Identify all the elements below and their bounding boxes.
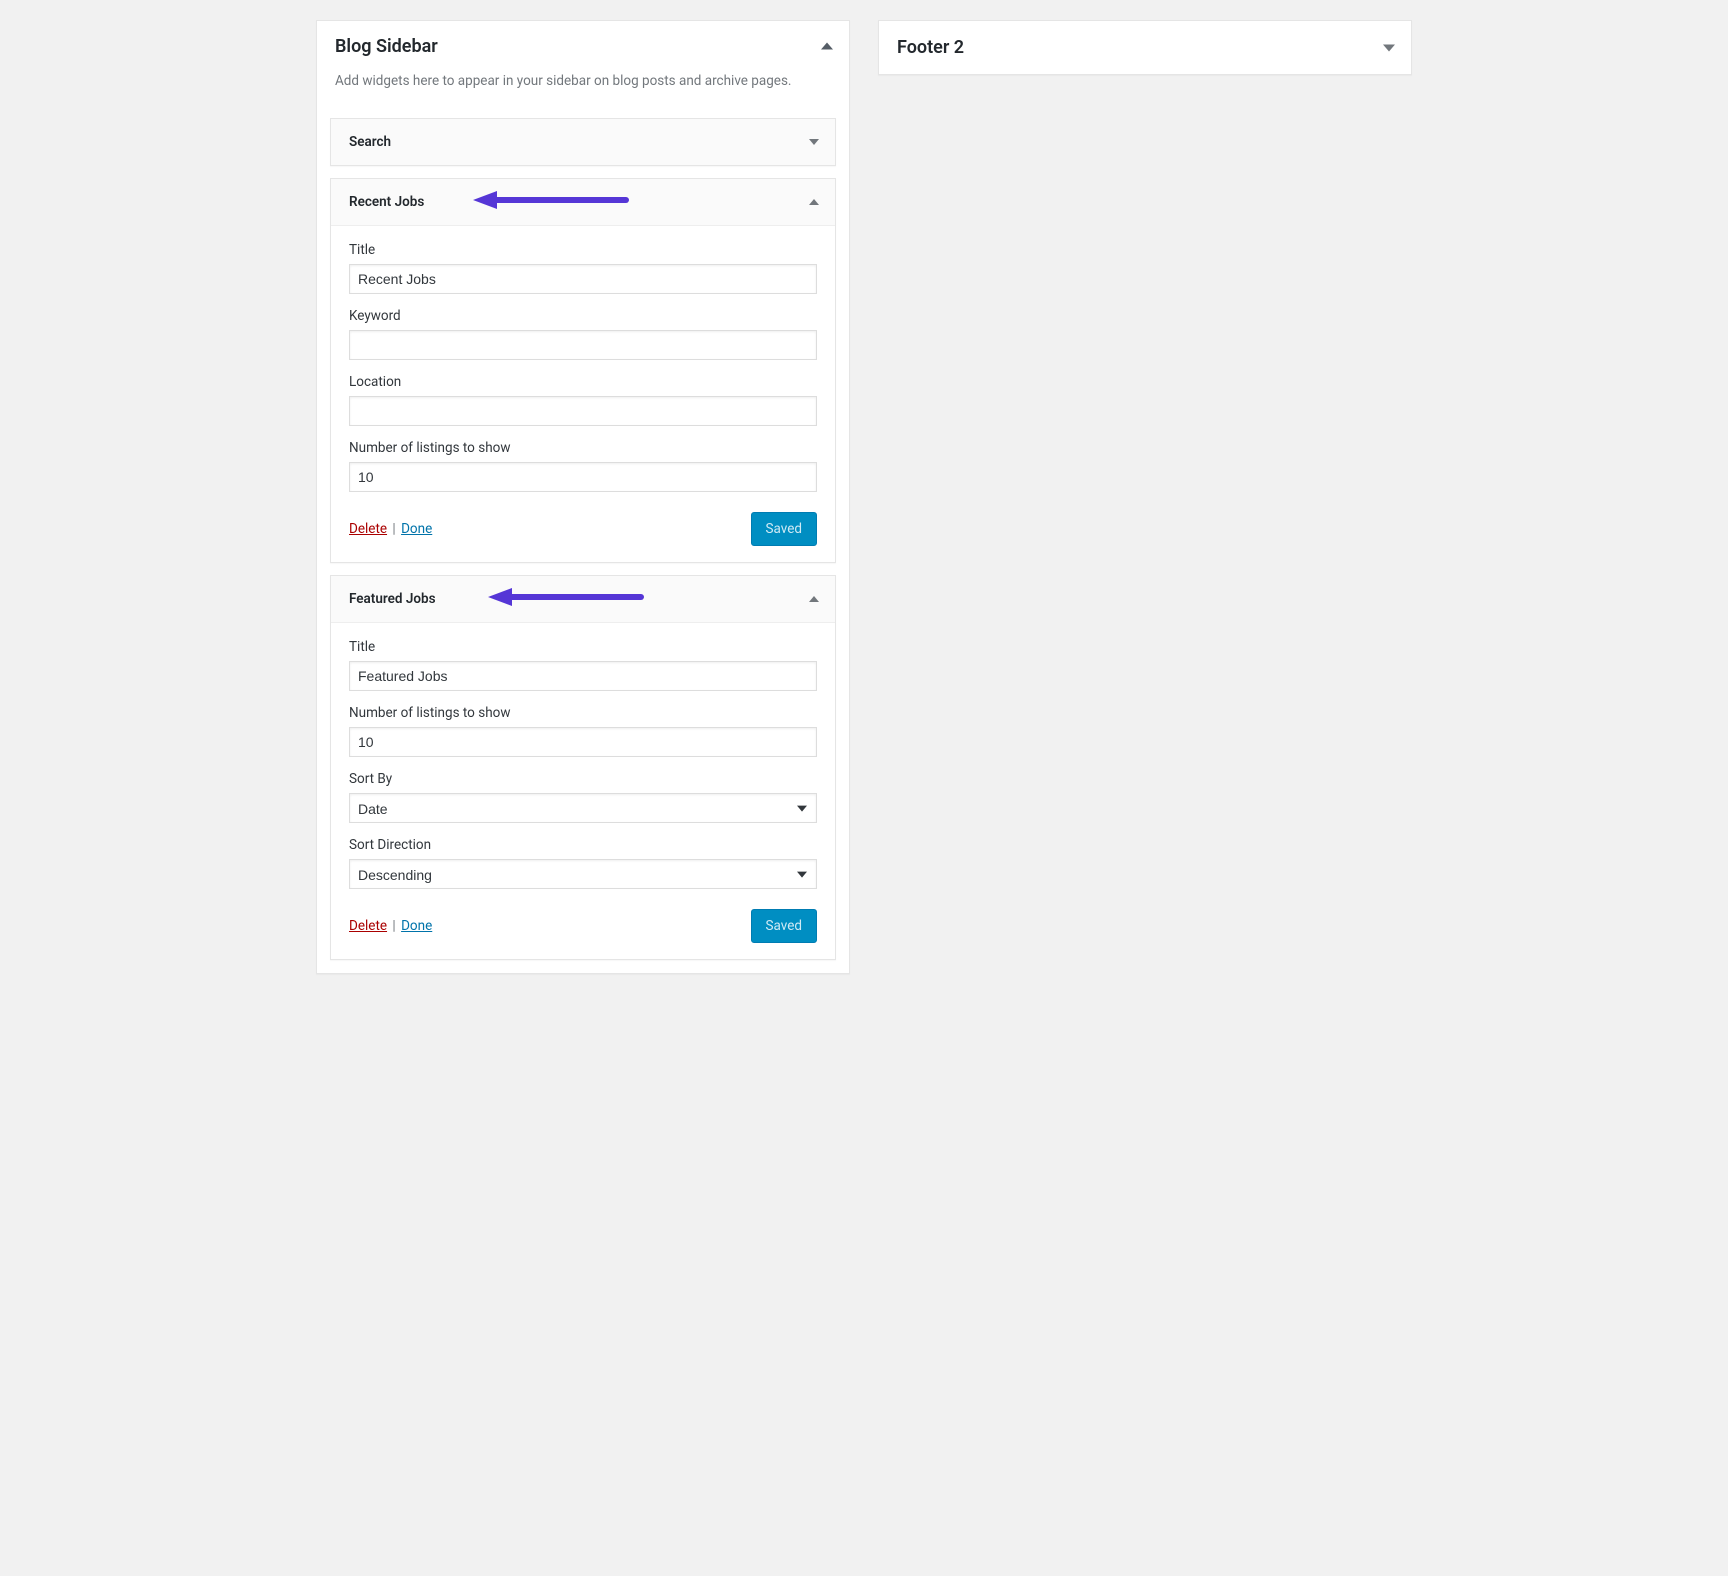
separator: |: [392, 521, 395, 537]
widget-list: Search Recent Jobs: [317, 118, 849, 974]
featured-jobs-done-link[interactable]: Done: [401, 918, 432, 934]
widget-featured-jobs-body: Title Number of listings to show Sort By: [331, 623, 835, 959]
recent-jobs-title-label: Title: [349, 242, 817, 258]
footer2-title: Footer 2: [897, 37, 1393, 58]
blog-sidebar-header[interactable]: Blog Sidebar: [317, 21, 849, 71]
widget-search: Search: [330, 118, 836, 166]
widget-featured-jobs: Featured Jobs Title: [330, 575, 836, 960]
featured-jobs-sortdir-label: Sort Direction: [349, 837, 817, 853]
blog-sidebar-panel: Blog Sidebar Add widgets here to appear …: [316, 20, 850, 974]
featured-jobs-title-input[interactable]: [349, 661, 817, 691]
chevron-down-icon: [1383, 44, 1395, 51]
footer2-header[interactable]: Footer 2: [879, 21, 1411, 74]
recent-jobs-delete-link[interactable]: Delete: [349, 521, 387, 537]
recent-jobs-location-label: Location: [349, 374, 817, 390]
featured-jobs-sortby-select[interactable]: Date: [349, 793, 817, 823]
widget-search-header[interactable]: Search: [331, 119, 835, 165]
recent-jobs-num-input[interactable]: [349, 462, 817, 492]
featured-jobs-sortby-label: Sort By: [349, 771, 817, 787]
widget-recent-jobs-body: Title Keyword Location Number of: [331, 226, 835, 562]
widget-recent-jobs-title: Recent Jobs: [349, 194, 424, 210]
widget-featured-jobs-header[interactable]: Featured Jobs: [331, 576, 835, 623]
featured-jobs-num-label: Number of listings to show: [349, 705, 817, 721]
recent-jobs-keyword-label: Keyword: [349, 308, 817, 324]
featured-jobs-sortdir-select[interactable]: Descending: [349, 859, 817, 889]
annotation-arrow-icon: [471, 187, 631, 213]
recent-jobs-num-label: Number of listings to show: [349, 440, 817, 456]
chevron-up-icon: [821, 43, 833, 50]
recent-jobs-done-link[interactable]: Done: [401, 521, 432, 537]
widget-recent-jobs-header[interactable]: Recent Jobs: [331, 179, 835, 226]
recent-jobs-title-input[interactable]: [349, 264, 817, 294]
annotation-arrow-icon: [486, 584, 646, 610]
featured-jobs-num-input[interactable]: [349, 727, 817, 757]
featured-jobs-title-label: Title: [349, 639, 817, 655]
footer2-panel: Footer 2: [878, 20, 1412, 75]
recent-jobs-keyword-input[interactable]: [349, 330, 817, 360]
featured-jobs-saved-button[interactable]: Saved: [751, 909, 818, 943]
widget-search-title: Search: [349, 134, 391, 150]
recent-jobs-saved-button[interactable]: Saved: [751, 512, 818, 546]
chevron-up-icon: [809, 199, 819, 205]
chevron-up-icon: [809, 596, 819, 602]
separator: |: [392, 918, 395, 934]
widget-featured-jobs-title: Featured Jobs: [349, 591, 436, 607]
widget-recent-jobs: Recent Jobs Title: [330, 178, 836, 563]
recent-jobs-location-input[interactable]: [349, 396, 817, 426]
blog-sidebar-title: Blog Sidebar: [335, 36, 831, 57]
featured-jobs-delete-link[interactable]: Delete: [349, 918, 387, 934]
blog-sidebar-description: Add widgets here to appear in your sideb…: [317, 71, 849, 106]
chevron-down-icon: [809, 139, 819, 145]
